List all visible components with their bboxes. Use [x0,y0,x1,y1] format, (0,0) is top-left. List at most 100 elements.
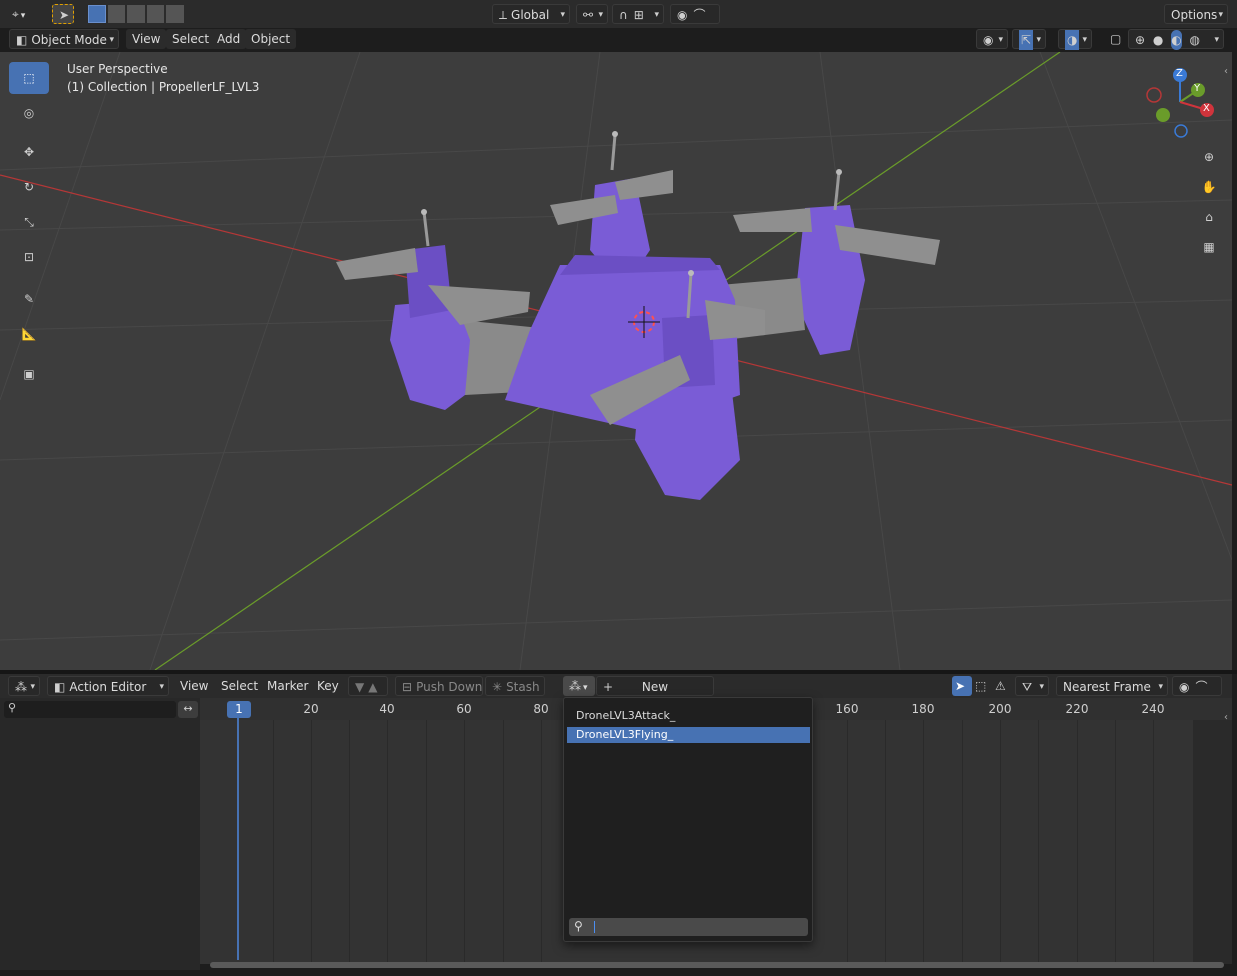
mode-invert-icon[interactable] [146,5,165,23]
action-browse-icon: ⁂ [569,679,581,693]
action-search-input[interactable] [597,918,802,936]
zoom-view-button[interactable]: ⊕ [1196,144,1222,170]
xray-icon: ▢ [1110,32,1122,46]
tool-scale[interactable]: ⤡ [9,206,49,238]
visibility-dropdown[interactable]: ◉ ▾ [976,29,1008,49]
tool-annotate[interactable]: ✎ [9,283,49,315]
proportional-edit[interactable]: ◉ ⌒ [670,4,720,24]
snap-target-icon: ⊞ [633,8,644,22]
tool-add-cube[interactable]: ▣ [9,358,49,390]
channel-search-field[interactable]: ⚲ [4,701,176,718]
camera-icon: ⌂ [1205,210,1213,224]
snap-mode-dropdown[interactable]: Nearest Frame ▾ [1056,676,1168,696]
show-hidden-toggle[interactable]: ⬚ [972,676,992,696]
tick-200: 200 [988,702,1012,716]
tool-move[interactable]: ✥ [9,136,49,168]
camera-view-button[interactable]: ⌂ [1196,204,1222,230]
editor-type-button[interactable]: ⌖ ▾ [6,4,40,24]
browse-action-button[interactable]: ⁂ ▾ [563,676,595,696]
only-errors-toggle[interactable]: ⚠ [992,676,1012,696]
options-dropdown[interactable]: Options ▾ [1164,4,1228,24]
object-mode-icon: ◧ [16,33,28,47]
action-item-attack[interactable]: DroneLVL3Attack_ [567,708,810,724]
warning-icon: ⚠ [995,679,1006,693]
only-selected-toggle[interactable]: ➤ [952,676,972,696]
filters-dropdown[interactable]: ⛛ ▾ [1015,676,1049,696]
viewport-3d[interactable]: User Perspective (1) Collection | Propel… [0,52,1232,670]
shading-group[interactable]: ⊕ ● ◐ ◍ ▾ [1128,29,1224,50]
playhead-line[interactable] [237,718,239,960]
ae-proportional-edit[interactable]: ◉ ⌒ [1172,676,1222,696]
ae-menu-key[interactable]: Key [311,676,345,696]
gizmo-x-label: X [1203,103,1210,114]
action-search-icon: ⚲ [574,919,583,933]
eye-icon: ◉ [983,33,994,47]
gizmo-dropdown[interactable]: ⇱ ▾ [1012,29,1046,50]
select-box-icon: ⬚ [23,71,35,85]
layer-down-icon: ▼ [355,680,365,694]
add-cube-icon: ▣ [23,367,35,381]
measure-icon: 📐 [21,327,37,341]
mode-extend-icon[interactable] [107,5,126,23]
mode-intersect-icon[interactable] [166,5,185,23]
transform-orientation-dropdown[interactable]: ⟂ Global ▾ [492,4,570,24]
ae-menu-marker[interactable]: Marker [261,676,314,696]
action-search-field[interactable]: ⚲ [569,918,808,936]
swap-filter-button[interactable]: ↔ [178,701,198,718]
solid-shading-icon[interactable]: ● [1153,30,1163,50]
channel-search-icon: ⚲ [8,701,17,714]
mode-new-icon[interactable] [88,5,106,23]
overlay-icon: ◑ [1065,30,1080,50]
stash-label: Stash [506,680,540,694]
sidebar-toggle-bottom[interactable]: ‹ [1224,712,1228,723]
menu-object[interactable]: Object [245,29,297,49]
sidebar-toggle-top[interactable]: ‹ [1224,66,1228,77]
ortho-toggle-button[interactable]: ▦ [1196,234,1222,260]
grid-icon: ▦ [1203,240,1215,254]
proportional-icon: ◉ [677,8,688,22]
tool-transform[interactable]: ⊡ [9,241,49,273]
overlay-dropdown[interactable]: ◑ ▾ [1058,29,1092,50]
select-tool-button[interactable]: ➤ [52,4,74,24]
current-frame-indicator[interactable]: 1 [227,701,251,718]
object-mode-dropdown[interactable]: ◧ Object Mode ▾ [9,29,119,49]
snap-dropdown[interactable]: ∩ ⊞ ▾ [612,4,664,24]
menu-select[interactable]: Select [166,29,216,49]
action-editor-icon: ◧ [54,680,66,694]
action-editor-mode-dropdown[interactable]: ◧ Action Editor ▾ [47,676,169,696]
cursor-arrow-icon: ➤ [59,8,70,22]
stash-icon: ✳ [492,680,503,694]
rotate-icon: ↻ [23,180,35,194]
tool-cursor[interactable]: ◎ [9,97,49,129]
action-item-attack-label: DroneLVL3Attack_ [576,709,676,722]
ae-falloff-icon: ⌒ [1195,680,1208,694]
wireframe-shading-icon[interactable]: ⊕ [1135,30,1145,50]
menu-view[interactable]: View [126,29,167,49]
text-caret [594,921,595,933]
zoom-icon: ⊕ [1203,150,1215,164]
perspective-label: User Perspective [67,62,168,76]
xray-button[interactable]: ▢ [1104,29,1126,49]
dopesheet-editor-type[interactable]: ⁂ ▾ [8,676,40,696]
ae-menu-view[interactable]: View [174,676,214,696]
viewport-scene [0,52,1232,670]
tool-select-box[interactable]: ⬚ [9,62,49,94]
tool-measure[interactable]: 📐 [9,318,49,350]
tool-rotate[interactable]: ↻ [9,171,49,203]
layer-arrows: ▼ ▲ [348,676,388,696]
pivot-point-dropdown[interactable]: ⚯ ▾ [576,4,608,24]
rendered-shading-icon[interactable]: ◍ [1190,30,1200,50]
menu-add[interactable]: Add [211,29,247,49]
selection-mode-group[interactable] [88,5,185,24]
annotate-icon: ✎ [23,292,35,306]
ae-menu-select[interactable]: Select [215,676,264,696]
new-action-button[interactable]: + New [596,676,714,696]
pan-view-button[interactable]: ✋ [1196,174,1222,200]
object-mode-label: Object Mode [31,33,107,47]
action-item-flying[interactable]: DroneLVL3Flying_ [567,727,810,743]
material-shading-icon[interactable]: ◐ [1171,30,1182,50]
tick-20: 20 [303,702,319,716]
mode-subtract-icon[interactable] [127,5,145,23]
horizontal-scrollbar[interactable] [210,962,1224,968]
navigation-gizmo[interactable]: Z Y X [1140,62,1220,142]
